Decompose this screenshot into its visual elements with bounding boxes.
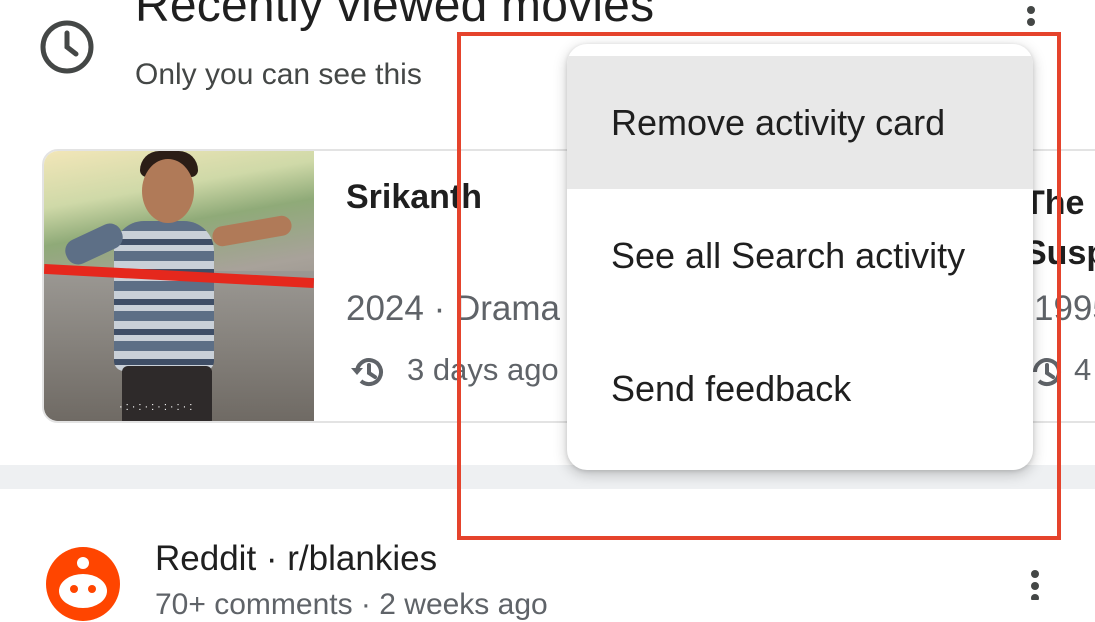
reddit-subtitle: 70+ comments · 2 weeks ago [155,588,548,621]
history-clock-icon [40,20,94,74]
viewed-time-2: 4 [1074,352,1092,387]
movie-poster: ·:·:·:·:·:·: [44,151,314,421]
more-vert-icon[interactable] [1016,0,1046,30]
annotation-highlight-box [457,32,1061,540]
reddit-title[interactable]: Reddit · r/blankies [155,539,437,579]
more-vert-icon-bottom[interactable] [1020,568,1050,600]
reddit-icon [46,547,120,621]
poster-caption: ·:·:·:·:·:·: [119,401,196,413]
card-title: Recently viewed movies [135,0,655,32]
card-subtitle: Only you can see this [135,58,422,91]
history-icon [351,358,383,387]
